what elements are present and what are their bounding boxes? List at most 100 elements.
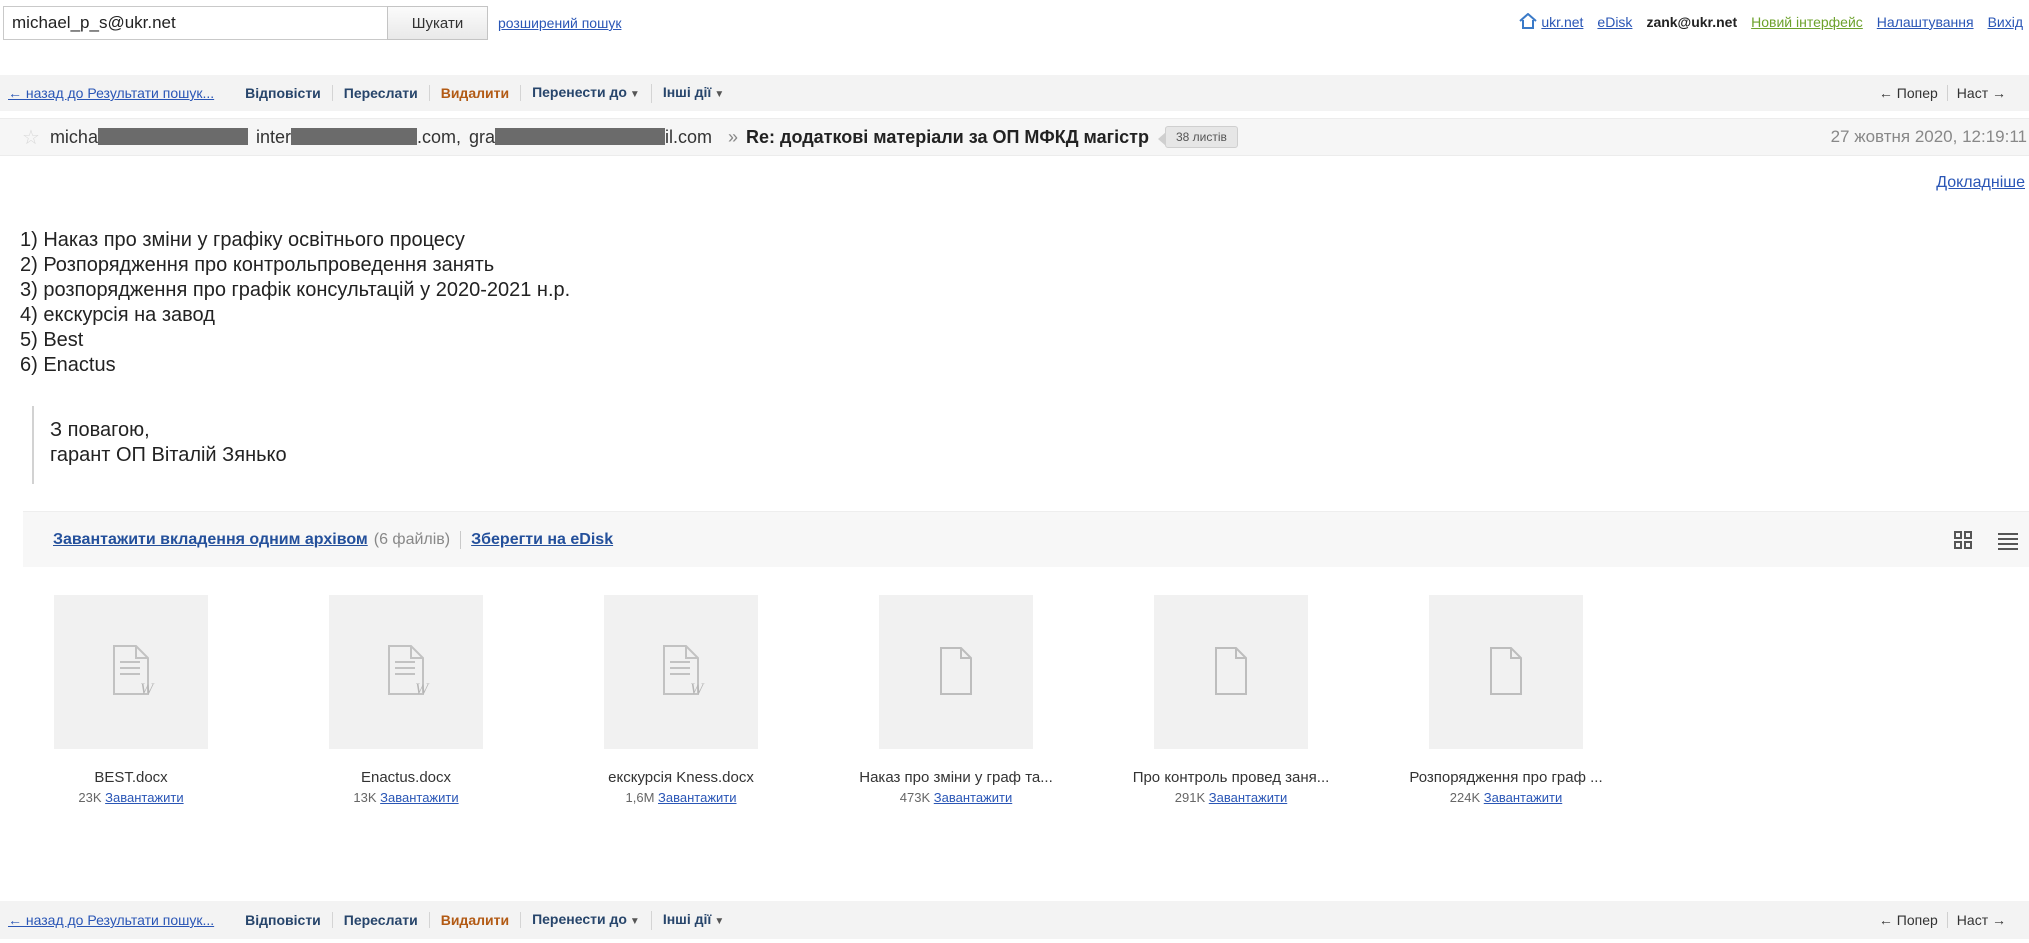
body-line: 6) Enactus [20, 354, 116, 376]
message-toolbar-bottom: ← назад до Результати пошук... Відповіст… [0, 901, 2029, 939]
word-doc-icon[interactable]: W [329, 595, 483, 749]
attachment-meta: 291K Завантажити [1111, 790, 1351, 805]
home-link[interactable]: ukr.net [1541, 14, 1583, 30]
download-link[interactable]: Завантажити [380, 790, 458, 805]
word-doc-icon[interactable]: W [54, 595, 208, 749]
search-button[interactable]: Шукати [387, 6, 488, 40]
save-to-edisk-link[interactable]: Зберегти на eDisk [471, 531, 613, 549]
move-to-label: Перенести до [532, 910, 627, 927]
attachment-item[interactable]: Розпорядження про граф ... 224K Завантаж… [1386, 595, 1626, 805]
back-to-results-link[interactable]: ← назад до Результати пошук... [8, 912, 214, 928]
forward-button[interactable]: Переслати [333, 85, 430, 101]
search-input[interactable] [3, 6, 387, 40]
forward-button[interactable]: Переслати [333, 912, 430, 928]
list-view-icon[interactable] [1997, 530, 2019, 550]
download-link[interactable]: Завантажити [658, 790, 736, 805]
exit-link[interactable]: Вихід [1988, 14, 2023, 30]
edisk-link[interactable]: eDisk [1597, 14, 1632, 30]
attachment-item[interactable]: W BEST.docx 23K Завантажити [11, 595, 251, 805]
delete-button[interactable]: Видалити [430, 912, 522, 928]
details-link[interactable]: Докладніше [1936, 174, 2025, 192]
other-actions-dropdown[interactable]: Інші дії ▼ [652, 84, 735, 103]
move-to-dropdown[interactable]: Перенести до ▼ [521, 83, 652, 103]
attachment-size: 291K [1174, 790, 1206, 805]
blank-doc-icon[interactable] [1154, 595, 1308, 749]
body-line: 4) екскурсія на завод [20, 304, 215, 326]
download-link[interactable]: Завантажити [1484, 790, 1562, 805]
attachments-bar: Завантажити вкладення одним архівом (6 ф… [23, 511, 2029, 567]
chevron-down-icon: ▼ [714, 915, 725, 927]
prev-message-button[interactable]: ← Попер [1870, 85, 1947, 101]
other-actions-dropdown[interactable]: Інші дії ▼ [652, 911, 735, 930]
redacted-block [290, 127, 417, 145]
next-message-button[interactable]: Наст → [1948, 912, 2015, 928]
recipient-1-prefix: inter [255, 126, 291, 147]
signature-line: З повагою, [50, 419, 150, 441]
attachment-meta: 473K Завантажити [836, 790, 1076, 805]
download-all-link[interactable]: Завантажити вкладення одним архівом [53, 531, 368, 549]
attachment-meta: 1,6M Завантажити [561, 790, 801, 805]
attachment-name: Наказ про зміни у граф та... [859, 769, 1053, 786]
message-subject: Re: додаткові матеріали за ОП МФКД магіс… [746, 126, 1149, 147]
body-line: 2) Розпорядження про контрольпроведення … [20, 254, 495, 276]
top-bar: Шукати розширений пошук ukr.net eDisk za… [0, 0, 2029, 48]
grid-view-icon[interactable] [1953, 530, 1973, 550]
message-body: 1) Наказ про зміни у графіку освітнього … [20, 228, 570, 378]
move-to-dropdown[interactable]: Перенести до ▼ [521, 910, 652, 930]
prev-message-button[interactable]: ← Попер [1870, 912, 1947, 928]
chevron-down-icon: ▼ [629, 915, 640, 927]
attachment-name: екскурсія Kness.docx [608, 769, 754, 786]
attachment-size: 13K [353, 790, 377, 805]
body-line: 3) розпорядження про графік консультацій… [20, 279, 571, 301]
next-message-button[interactable]: Наст → [1948, 85, 2015, 101]
advanced-search-link[interactable]: розширений пошук [498, 15, 621, 31]
star-icon[interactable]: ☆ [22, 125, 40, 150]
attachment-size: 1,6M [625, 790, 655, 805]
other-actions-label: Інші дії [662, 83, 712, 100]
attachment-item[interactable]: W Enactus.docx 13K Завантажити [286, 595, 526, 805]
top-right-links: ukr.net eDisk zank@ukr.net Новий інтерфе… [1518, 13, 2023, 30]
thread-count-badge[interactable]: 38 листів [1157, 126, 1238, 148]
download-link[interactable]: Завантажити [1209, 790, 1287, 805]
account-link[interactable]: zank@ukr.net [1646, 14, 1737, 30]
attachment-meta: 23K Завантажити [11, 790, 251, 805]
attachment-item[interactable]: W екскурсія Kness.docx 1,6M Завантажити [561, 595, 801, 805]
reply-button[interactable]: Відповісти [234, 912, 333, 928]
house-icon [1519, 13, 1538, 29]
home-link-wrap[interactable]: ukr.net [1518, 13, 1583, 30]
attachment-item[interactable]: Про контроль провед заня... 291K Заванта… [1111, 595, 1351, 805]
attachment-meta: 13K Завантажити [286, 790, 526, 805]
svg-text:W: W [415, 681, 430, 698]
files-count: (6 файлів) [373, 530, 451, 548]
attachment-size: 224K [1449, 790, 1481, 805]
download-link[interactable]: Завантажити [934, 790, 1012, 805]
attachment-meta: 224K Завантажити [1386, 790, 1626, 805]
recipient-address-1: inter .com, [256, 127, 461, 148]
body-line: 5) Best [20, 329, 84, 351]
pager: ← Попер Наст → [1870, 912, 2015, 928]
attachment-item[interactable]: Наказ про зміни у граф та... 473K Завант… [836, 595, 1076, 805]
message-header: ☆ micha inter .com, gra il.com » Re: додат… [0, 118, 2029, 156]
divider [460, 530, 462, 549]
chevron-down-icon: ▼ [629, 88, 640, 100]
attachment-list: W BEST.docx 23K Завантажити W Enactus.do… [0, 595, 2029, 825]
sender-address: micha [50, 127, 248, 148]
back-to-results-link[interactable]: ← назад до Результати пошук... [8, 85, 214, 101]
reply-button[interactable]: Відповісти [234, 85, 333, 101]
svg-text:W: W [690, 681, 705, 698]
blank-doc-icon[interactable] [879, 595, 1033, 749]
message-date: 27 жовтня 2020, 12:19:11 [1830, 127, 2027, 146]
word-doc-icon[interactable]: W [604, 595, 758, 749]
chevron-down-icon: ▼ [714, 88, 725, 100]
attachment-name: Розпорядження про граф ... [1409, 769, 1603, 786]
redacted-block [97, 127, 248, 145]
attachment-size: 473K [899, 790, 931, 805]
move-to-label: Перенести до [532, 83, 627, 100]
body-line: 1) Наказ про зміни у графіку освітнього … [20, 229, 465, 251]
delete-button[interactable]: Видалити [430, 85, 522, 101]
message-toolbar-top: ← назад до Результати пошук... Відповіст… [0, 75, 2029, 111]
download-link[interactable]: Завантажити [105, 790, 183, 805]
blank-doc-icon[interactable] [1429, 595, 1583, 749]
new-interface-link[interactable]: Новий інтерфейс [1751, 14, 1863, 30]
settings-link[interactable]: Налаштування [1877, 14, 1974, 30]
